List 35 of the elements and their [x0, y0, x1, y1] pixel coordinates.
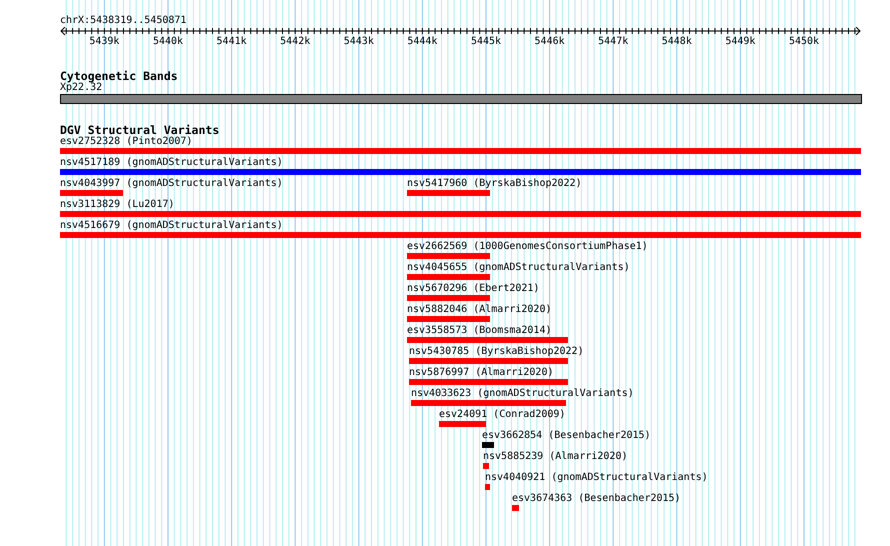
variant-label: nsv3113829 (Lu2017): [60, 199, 174, 211]
variant-label: esv2752328 (Pinto2007): [60, 136, 192, 148]
variant-label: nsv4045655 (gnomADStructuralVariants): [407, 262, 630, 274]
variant-label: nsv5430785 (ByrskaBishop2022): [409, 346, 584, 358]
variant-label: nsv4516679 (gnomADStructuralVariants): [60, 220, 283, 232]
tick-label: 5444k: [407, 36, 438, 48]
tick-label: 5441k: [216, 36, 247, 48]
tick-label: 5449k: [725, 36, 756, 48]
tick-label: 5440k: [152, 36, 184, 48]
location-label: chrX:5438319..5450871: [60, 15, 186, 27]
tick-label: 5450k: [788, 36, 820, 48]
tick-label: 5439k: [89, 36, 120, 48]
variant-label: nsv5882046 (Almarri2020): [407, 304, 552, 316]
band-label: Xp22.32: [60, 82, 102, 93]
variant-label: esv2662569 (1000GenomesConsortiumPhase1): [407, 241, 648, 253]
variant-label: esv3674363 (Besenbacher2015): [512, 493, 681, 505]
track-title: Cytogenetic Bands: [60, 70, 178, 82]
variant-label: nsv5876997 (Almarri2020): [409, 367, 554, 379]
variant-label: nsv4043997 (gnomADStructuralVariants): [60, 178, 283, 190]
variant-label: nsv5670296 (Ebert2021): [407, 283, 540, 295]
tick-label: 5448k: [662, 36, 692, 48]
variant-label: nsv4033623 (gnomADStructuralVariants): [411, 388, 634, 400]
tick-label: 5445k: [470, 36, 502, 48]
variant-label: esv3558573 (Boomsma2014): [407, 325, 552, 337]
track-title: DGV Structural Variants: [60, 124, 220, 136]
variant-label: nsv5417960 (ByrskaBishop2022): [407, 178, 582, 190]
tick-label: 5447k: [598, 36, 628, 48]
variant-label: nsv4517189 (gnomADStructuralVariants): [60, 157, 283, 169]
tick-label: 5446k: [534, 36, 565, 48]
tick-label: 5443k: [344, 36, 374, 48]
variant-label: nsv5885239 (Almarri2020): [483, 451, 628, 463]
variant-label: esv24091 (Conrad2009): [439, 409, 566, 421]
variant-label: esv3662854 (Besenbacher2015): [482, 430, 651, 442]
variant-label: nsv4040921 (gnomADStructuralVariants): [485, 472, 708, 484]
tick-label: 5442k: [280, 36, 310, 48]
